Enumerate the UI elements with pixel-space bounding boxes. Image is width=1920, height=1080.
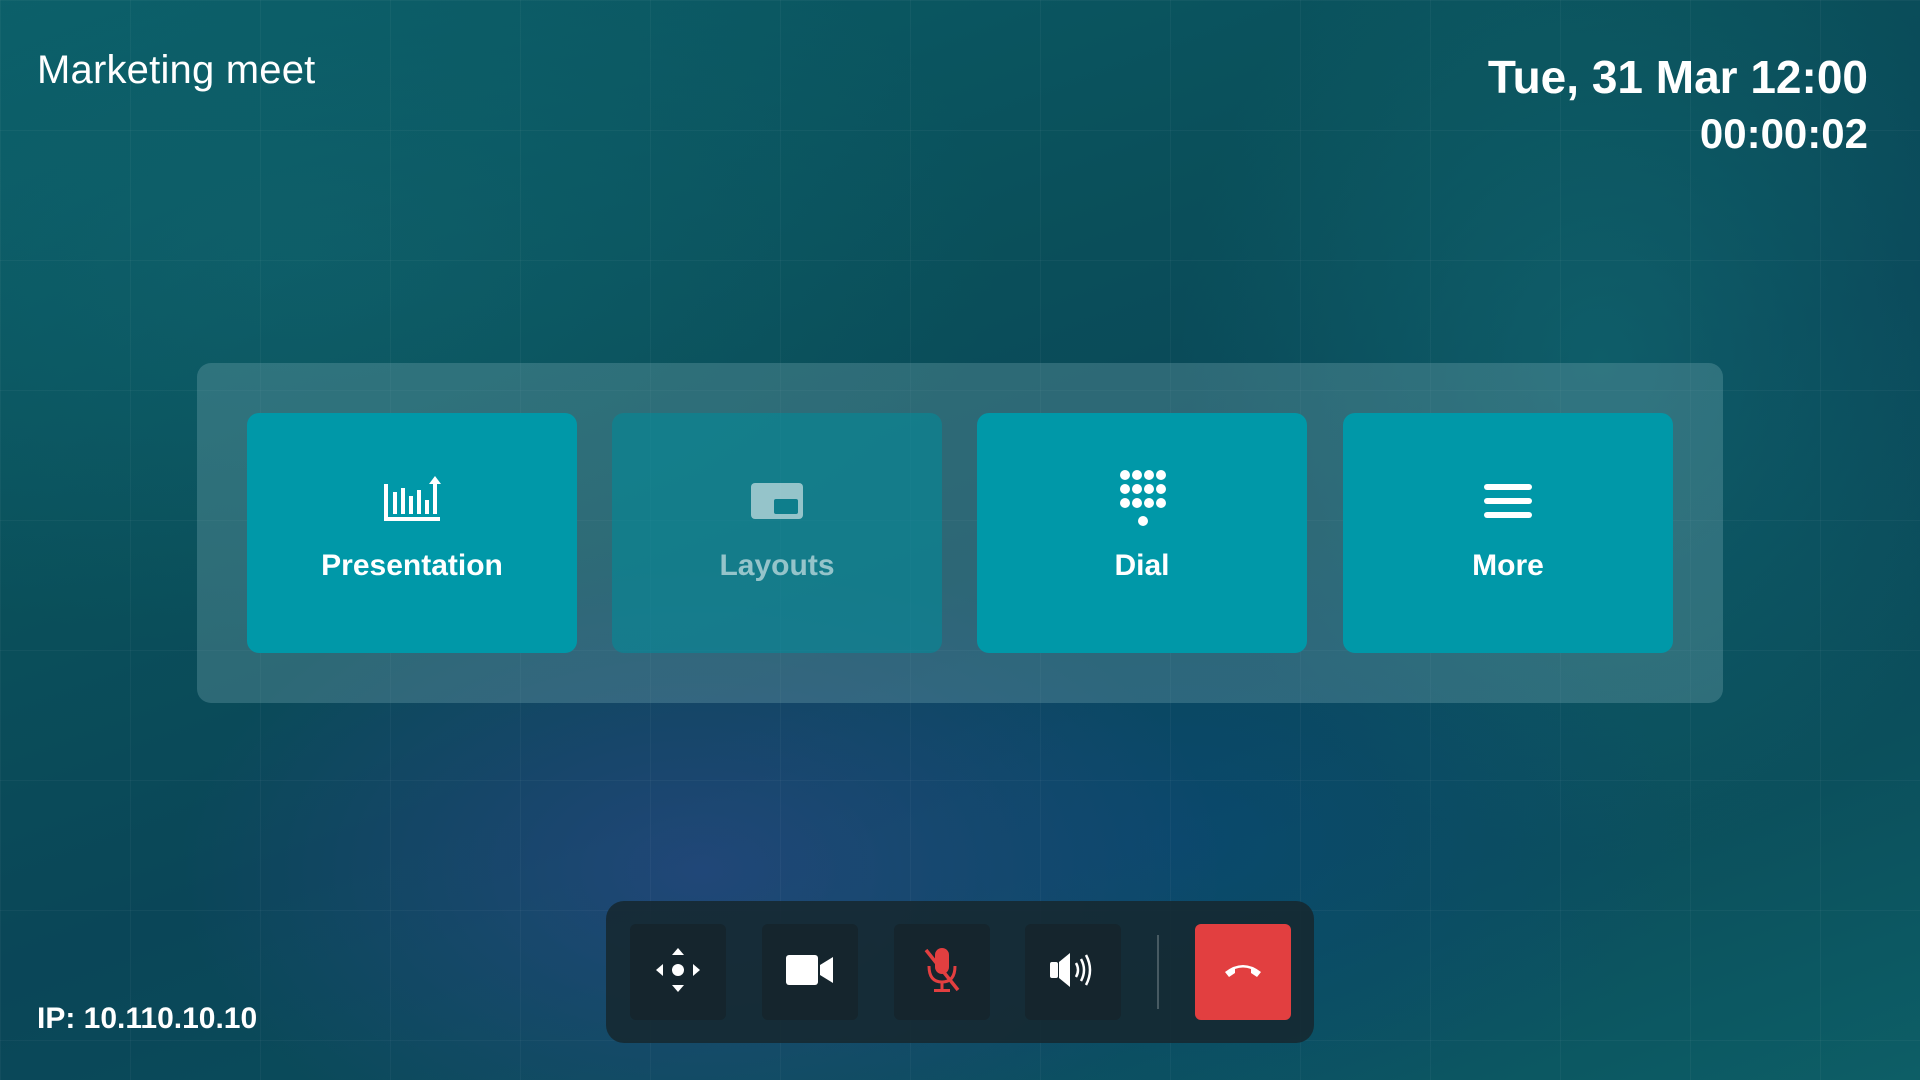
dialpad-icon [1110, 470, 1174, 531]
hang-up-icon [1223, 960, 1263, 985]
layouts-label: Layouts [719, 549, 835, 582]
layouts-tile[interactable]: Layouts [612, 413, 942, 653]
microphone-toggle-button[interactable] [894, 924, 990, 1020]
main-menu-panel: Presentation Layouts Dial More [197, 363, 1723, 703]
meeting-title: Marketing meet [37, 48, 316, 92]
current-datetime: Tue, 31 Mar 12:00 [1487, 51, 1868, 103]
presentation-label: Presentation [321, 549, 503, 582]
layouts-icon [745, 471, 809, 531]
more-label: More [1472, 549, 1544, 582]
call-screen: Marketing meet Tue, 31 Mar 12:00 00:00:0… [0, 0, 1920, 1080]
call-toolbar [606, 901, 1314, 1043]
dial-label: Dial [1114, 549, 1170, 582]
presentation-tile[interactable]: Presentation [247, 413, 577, 653]
call-duration-timer: 00:00:02 [1699, 110, 1868, 157]
speaker-volume-icon [1048, 950, 1098, 995]
volume-button[interactable] [1025, 924, 1121, 1020]
video-toggle-button[interactable] [762, 924, 858, 1020]
toolbar-divider [1157, 935, 1159, 1009]
clock-block: Tue, 31 Mar 12:00 00:00:02 [1488, 48, 1868, 162]
camera-move-icon [654, 946, 702, 999]
dial-tile[interactable]: Dial [977, 413, 1307, 653]
microphone-muted-icon [922, 946, 962, 999]
more-tile[interactable]: More [1343, 413, 1673, 653]
menu-hamburger-icon [1476, 471, 1540, 531]
ip-address: IP: 10.110.10.10 [37, 1002, 258, 1035]
video-camera-icon [785, 953, 835, 992]
hang-up-button[interactable] [1195, 924, 1291, 1020]
presentation-chart-icon [380, 471, 444, 531]
camera-control-button[interactable] [630, 924, 726, 1020]
